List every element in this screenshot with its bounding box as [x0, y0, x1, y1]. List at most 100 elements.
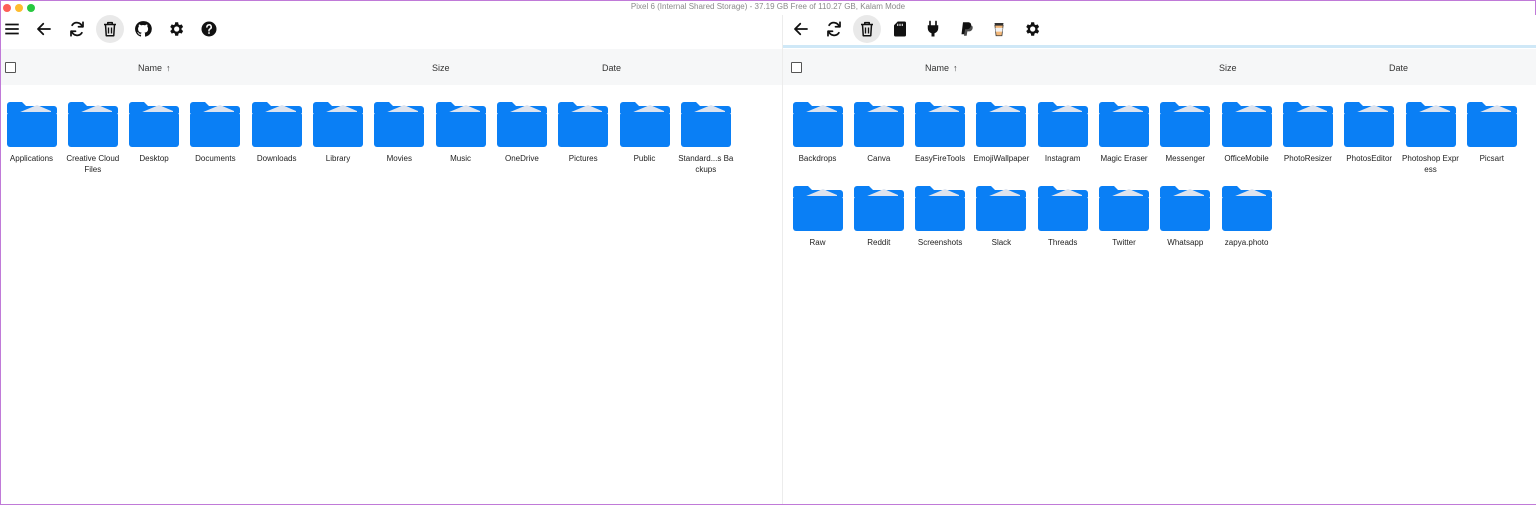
folder-item[interactable]: Downloads — [246, 101, 307, 164]
sort-ascending-icon: ↑ — [166, 63, 171, 73]
folder-item[interactable]: Magic Eraser — [1094, 101, 1155, 164]
folder-item[interactable]: Threads — [1032, 185, 1093, 248]
folder-icon — [67, 102, 118, 147]
folder-name: Picsart — [1479, 154, 1505, 163]
folder-name: Pictures — [568, 154, 598, 163]
folder-item[interactable]: EasyFireTools — [910, 101, 971, 164]
folder-item[interactable]: Pictures — [553, 101, 614, 164]
folder-icon — [1160, 102, 1211, 147]
folder-icon — [1221, 102, 1272, 147]
hamburger-icon — [5, 23, 19, 35]
folder-item[interactable]: OfficeMobile — [1216, 101, 1277, 164]
folder-name: Whatsapp — [1167, 238, 1204, 247]
select-all-checkbox[interactable] — [5, 62, 16, 73]
folder-item[interactable]: Movies — [369, 101, 430, 164]
donate-coffee-button[interactable] — [985, 15, 1013, 43]
folder-name: OfficeMobile — [1224, 154, 1269, 163]
name-column-header[interactable]: Name ↑ — [925, 63, 958, 73]
folder-name: Documents — [195, 154, 236, 163]
folder-item[interactable]: Picsart — [1461, 101, 1522, 164]
folder-icon — [1099, 186, 1149, 231]
folder-icon — [915, 186, 966, 231]
gear-icon — [1026, 22, 1040, 36]
back-button[interactable] — [30, 15, 58, 43]
folder-item[interactable]: zapya.photo — [1216, 185, 1277, 248]
folder-name: Applications — [9, 154, 54, 163]
folder-item[interactable]: Desktop — [124, 101, 185, 164]
folder-item[interactable]: Whatsapp — [1155, 185, 1216, 248]
device-toolbar — [783, 15, 1536, 45]
coffee-cup-icon — [994, 23, 1004, 37]
trash-icon — [104, 21, 116, 37]
folder-name: Music — [450, 154, 472, 163]
connection-button[interactable] — [919, 15, 947, 43]
refresh-button[interactable] — [63, 15, 91, 43]
folder-item[interactable]: Creative Cloud Files — [62, 101, 123, 175]
folder-icon — [190, 102, 241, 147]
folder-name: Instagram — [1044, 154, 1081, 163]
folder-icon — [792, 102, 843, 147]
folder-icon — [374, 102, 425, 147]
select-all-checkbox[interactable] — [791, 62, 802, 73]
folder-item[interactable]: Backdrops — [787, 101, 848, 164]
folder-item[interactable]: Screenshots — [910, 185, 971, 248]
name-column-header[interactable]: Name ↑ — [138, 63, 171, 73]
menu-button[interactable] — [0, 15, 26, 43]
date-column-header[interactable]: Date — [1389, 63, 1408, 73]
size-column-header[interactable]: Size — [1219, 63, 1237, 73]
folder-icon — [6, 102, 57, 147]
folder-name: Reddit — [867, 238, 891, 247]
folder-icon — [1160, 186, 1211, 231]
folder-icon — [1282, 102, 1333, 147]
github-button[interactable] — [129, 15, 157, 43]
folder-item[interactable]: PhotosEditor — [1339, 101, 1400, 164]
folder-item[interactable]: Documents — [185, 101, 246, 164]
folder-name: Standard...s Backups — [678, 154, 734, 174]
size-column-header[interactable]: Size — [432, 63, 450, 73]
folder-icon — [313, 102, 363, 147]
folder-item[interactable]: EmojiWallpaper — [971, 101, 1032, 164]
paypal-button[interactable] — [952, 15, 980, 43]
folder-icon — [1099, 102, 1149, 147]
date-column-header[interactable]: Date — [602, 63, 621, 73]
folder-item[interactable]: Reddit — [848, 185, 909, 248]
settings-button[interactable] — [1018, 15, 1046, 43]
folder-item[interactable]: Messenger — [1155, 101, 1216, 164]
settings-button[interactable] — [162, 15, 190, 43]
folder-name: Desktop — [139, 154, 169, 163]
folder-name: Downloads — [256, 154, 297, 163]
folder-item[interactable]: PhotoResizer — [1277, 101, 1338, 164]
folder-item[interactable]: Library — [308, 101, 369, 164]
help-button[interactable] — [195, 15, 223, 43]
refresh-icon — [827, 21, 841, 37]
plug-icon — [927, 20, 939, 37]
folder-item[interactable]: Raw — [787, 185, 848, 248]
folder-icon — [915, 102, 966, 147]
folder-item[interactable]: Slack — [971, 185, 1032, 248]
folder-item[interactable]: Twitter — [1094, 185, 1155, 248]
folder-icon — [558, 102, 609, 147]
folder-name: Canva — [867, 154, 891, 163]
folder-item[interactable]: OneDrive — [491, 101, 552, 164]
folder-item[interactable]: Instagram — [1032, 101, 1093, 164]
folder-item[interactable]: Standard...s Backups — [675, 101, 736, 175]
folder-icon — [129, 102, 180, 147]
folder-icon — [1037, 102, 1088, 147]
delete-button[interactable] — [96, 15, 124, 43]
delete-button[interactable] — [853, 15, 881, 43]
folder-item[interactable]: Public — [614, 101, 675, 164]
device-pane: Name ↑ Size Date Backdrops Canva EasyFireTo… — [782, 15, 1536, 504]
folder-item[interactable]: Photoshop Express — [1400, 101, 1461, 175]
folder-item[interactable]: Canva — [848, 101, 909, 164]
refresh-button[interactable] — [820, 15, 848, 43]
folder-name: Movies — [386, 154, 412, 163]
back-button[interactable] — [787, 15, 815, 43]
folder-item[interactable]: Music — [430, 101, 491, 164]
active-pane-indicator — [783, 45, 1536, 48]
sd-card-button[interactable] — [886, 15, 914, 43]
app-window: Pixel 6 (Internal Shared Storage) - 37.1… — [0, 0, 1536, 505]
folder-name: Twitter — [1112, 238, 1136, 247]
gear-icon — [170, 22, 184, 36]
folder-icon — [680, 102, 731, 147]
folder-item[interactable]: Applications — [1, 101, 62, 164]
